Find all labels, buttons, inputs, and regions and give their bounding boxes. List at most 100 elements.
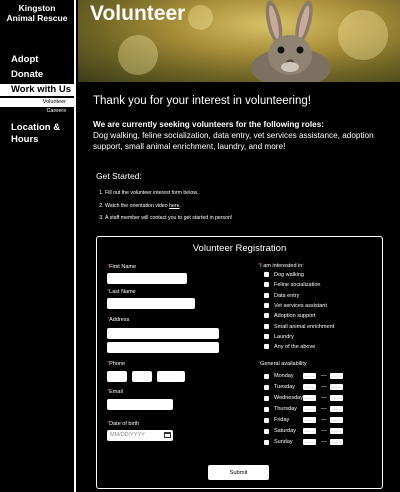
roles-text: Dog walking, feline socialization, data … [93,131,374,151]
interest-option-label: Dog walking [274,272,304,278]
email-label: *Email [107,389,123,395]
interest-option[interactable]: Small animal enrichment [264,324,334,331]
interest-option-label: Small animal enrichment [274,323,335,330]
start-time-input[interactable]: --:-- -- [303,406,316,412]
nav-item-adopt[interactable]: Adopt [0,54,74,66]
address-line2-input[interactable] [107,342,219,353]
end-time-input[interactable]: --:-- -- [330,406,343,412]
address-label: *Address [107,317,130,323]
start-time-input[interactable]: --:-- -- [303,417,316,423]
email-input[interactable] [107,399,173,410]
step-3: A staff member will contact you to get s… [105,212,232,225]
interest-checkbox[interactable] [264,344,269,350]
step-2-prefix: Watch the orientation video [105,202,170,209]
phone-prefix-input[interactable] [132,371,152,382]
interest-option[interactable]: Adoption support [264,313,316,320]
interest-option[interactable]: Vet services assistant [264,303,327,310]
interest-checkbox[interactable] [264,333,269,339]
day-checkbox[interactable] [264,439,269,445]
end-time-input[interactable]: --:-- -- [330,395,343,401]
start-time-input[interactable]: --:-- -- [303,384,316,390]
availability-row: Wednesday --:-- -- — --:-- -- [264,394,374,402]
interest-option[interactable]: Data entry [264,293,299,300]
day-checkbox[interactable] [264,373,269,379]
interest-option[interactable]: Feline socialization [264,282,320,289]
volunteer-registration-form: Volunteer Registration *First Name *Last… [96,236,383,489]
interest-checkbox[interactable] [264,323,269,329]
page-title: Volunteer [90,2,186,25]
phone-area-input[interactable] [107,371,127,382]
subnav-item-volunteer[interactable]: Volunteer [0,98,74,107]
interest-option-label: Vet services assistant [274,302,327,309]
step-2: Watch the orientation video here. [105,200,232,213]
day-checkbox[interactable] [264,428,269,434]
start-time-input[interactable]: --:-- -- [303,428,316,434]
day-label: Sunday [274,439,293,445]
interest-option[interactable]: Any of the above [264,344,315,351]
address-line1-input[interactable] [107,328,219,339]
availability-row: Thursday --:-- -- — --:-- -- [264,405,374,413]
last-name-label: *Last Name [107,289,136,295]
first-name-input[interactable] [107,273,187,284]
time-range-dash: — [321,439,327,445]
orientation-video-link[interactable]: here [169,203,179,209]
availability-row: Sunday --:-- -- — --:-- -- [264,438,374,446]
end-time-input[interactable]: --:-- -- [330,417,343,423]
rabbit-image [251,0,331,82]
nav-item-donate[interactable]: Donate [0,69,74,81]
step-2-suffix: . [179,202,181,209]
header-banner: Volunteer [78,0,400,82]
day-checkbox[interactable] [264,406,269,412]
phone-line-input[interactable] [157,371,185,382]
dob-input[interactable]: MM/DD/YYYY [107,430,173,441]
end-time-input[interactable]: --:-- -- [330,428,343,434]
dob-label: *Date of birth [107,421,140,427]
interest-option[interactable]: Dog walking [264,272,304,279]
day-label: Saturday [274,428,297,434]
subnav-item-careers[interactable]: Careers [0,107,74,116]
submit-button[interactable]: Submit [208,465,269,480]
time-range-dash: — [321,384,327,390]
start-time-input[interactable]: --:-- -- [303,439,316,445]
interest-checkbox[interactable] [264,282,269,288]
phone-label: *Phone [107,361,126,367]
start-time-input[interactable]: --:-- -- [303,395,316,401]
org-name-line1: Kingston [18,3,56,13]
steps-list: Fill out the volunteer interest form bel… [96,187,232,225]
availability-row: Friday --:-- -- — --:-- -- [264,416,374,424]
nav-item-location-hours[interactable]: Location & Hours [0,122,61,146]
calendar-icon[interactable] [164,432,171,438]
form-title: Volunteer Registration [192,243,287,254]
sidebar: Kingston Animal Rescue Adopt Donate Work… [0,0,76,492]
interest-option-label: Feline socialization [274,282,321,289]
start-time-input[interactable]: --:-- -- [303,373,316,379]
interest-checkbox[interactable] [264,272,269,278]
day-checkbox[interactable] [264,395,269,401]
time-range-dash: — [321,406,327,412]
interest-checkbox[interactable] [264,313,269,319]
org-name-line2: Animal Rescue [6,13,68,23]
interest-option-label: Adoption support [274,313,316,320]
interest-option-label: Any of the above [274,344,316,351]
thanks-heading: Thank you for your interest in volunteer… [93,95,311,107]
interest-option[interactable]: Laundry [264,334,294,341]
main-nav: Adopt Donate Work with Us Volunteer Care… [0,54,74,146]
interests-label: *I am interested in: [258,263,304,269]
nav-item-work-with-us[interactable]: Work with Us [0,84,74,96]
day-label: Monday [274,373,294,379]
end-time-input[interactable]: --:-- -- [330,439,343,445]
end-time-input[interactable]: --:-- -- [330,384,343,390]
interest-checkbox[interactable] [264,302,269,308]
last-name-input[interactable] [107,298,195,309]
step-1: Fill out the volunteer interest form bel… [105,187,232,200]
day-label: Friday [274,417,290,423]
end-time-input[interactable]: --:-- -- [330,373,343,379]
day-label: Tuesday [274,384,295,390]
time-range-dash: — [321,428,327,434]
interest-option-label: Data entry [274,292,300,299]
day-checkbox[interactable] [264,384,269,390]
get-started-heading: Get Started: [96,171,142,181]
interest-checkbox[interactable] [264,292,269,298]
availability-label: *General availability [258,361,307,367]
day-checkbox[interactable] [264,417,269,423]
